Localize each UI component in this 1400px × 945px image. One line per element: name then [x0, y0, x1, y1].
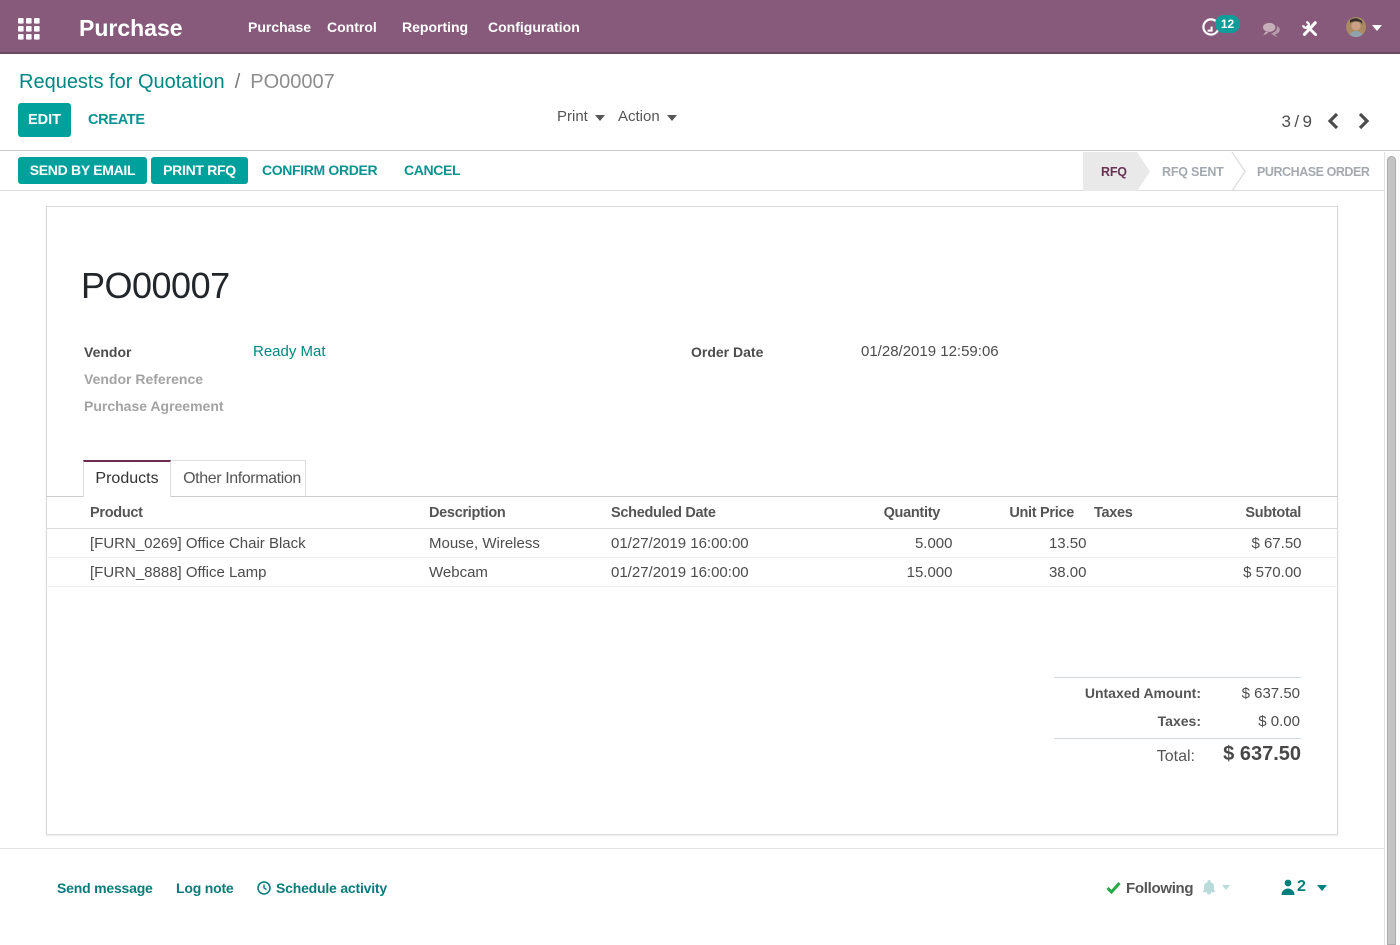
svg-text:PURCHASE ORDER: PURCHASE ORDER: [1257, 165, 1370, 179]
svg-text:RFQ SENT: RFQ SENT: [1162, 165, 1224, 179]
svg-text:RFQ: RFQ: [1101, 165, 1127, 179]
